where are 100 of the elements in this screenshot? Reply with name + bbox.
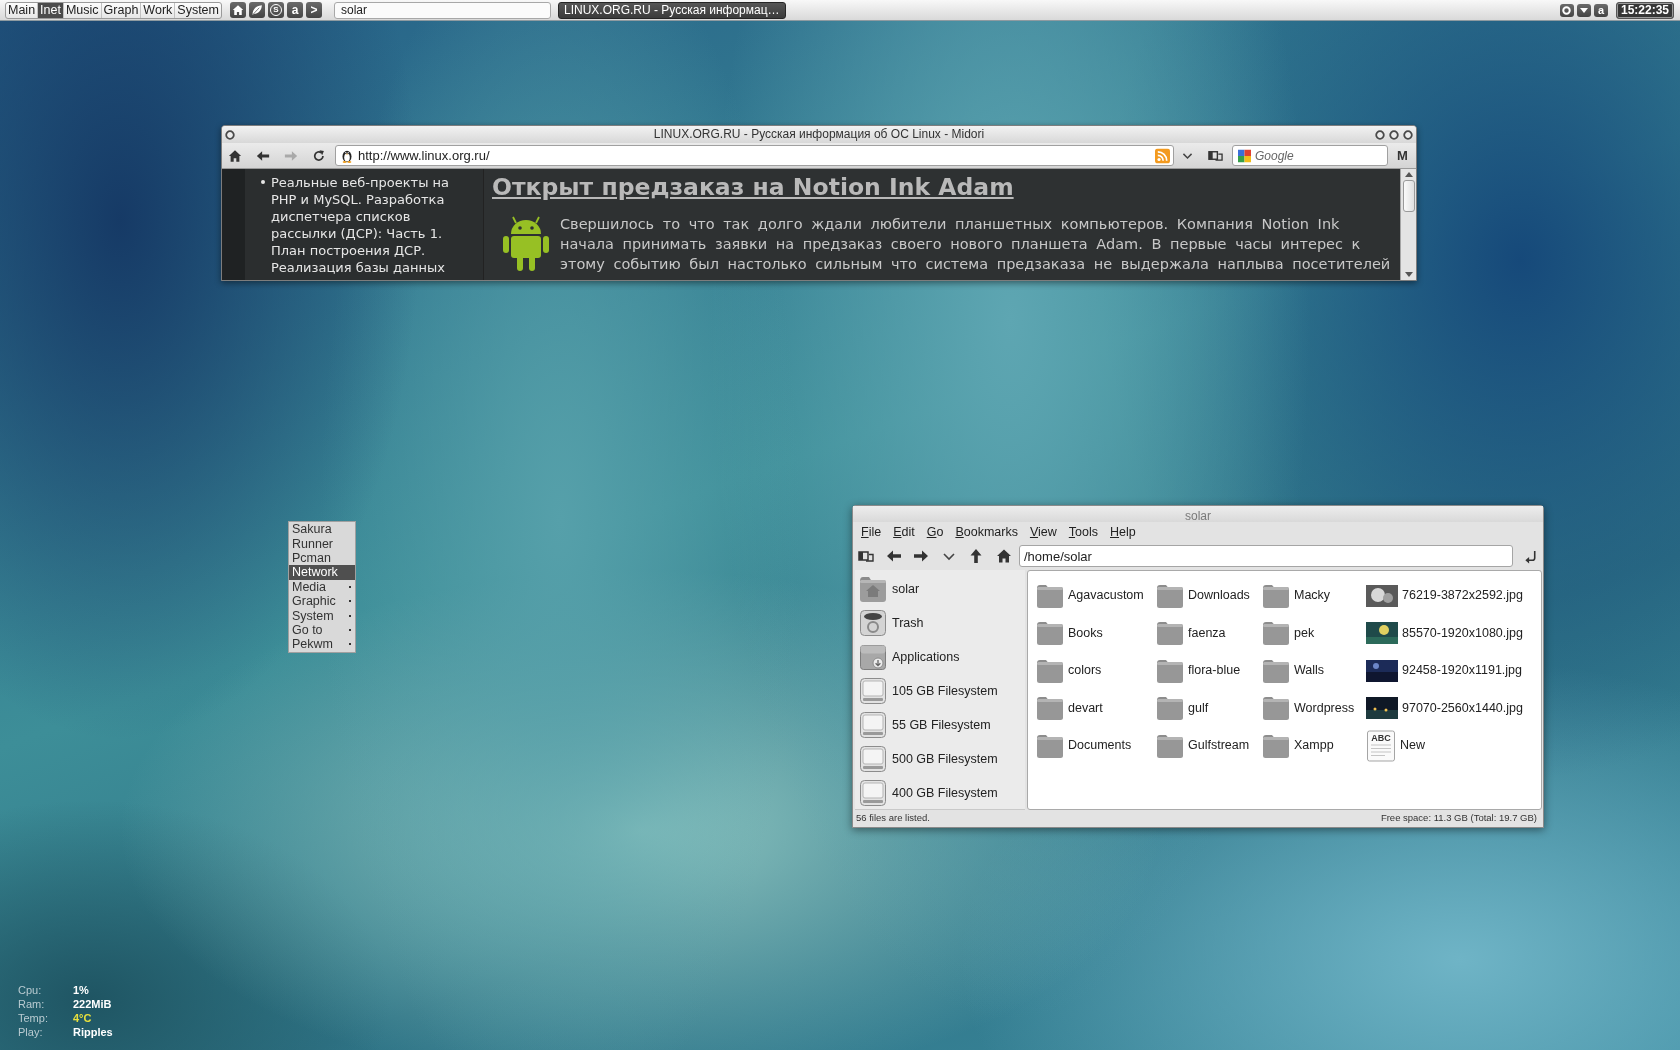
menu-item[interactable]: Pekwm	[289, 637, 355, 652]
folder-item[interactable]: colors	[1036, 652, 1102, 690]
monitor-label: Temp:	[18, 1011, 49, 1025]
menu-bar-item[interactable]: View	[1023, 524, 1063, 540]
article-link[interactable]: Реальные веб-проекты на PHP и MySQL. Разработка диспетчера списков рассылки (ДСР): Часть 1. План построения ДСР. Реализация базы данных	[271, 174, 463, 276]
home-icon	[232, 4, 244, 16]
return-arrow-icon[interactable]	[1523, 548, 1538, 564]
leaf-icon	[251, 4, 263, 16]
launcher-button[interactable]: >	[306, 2, 322, 18]
places-item[interactable]: Trash	[855, 606, 1025, 640]
launcher-button[interactable]: a	[287, 2, 303, 18]
launcher-button[interactable]: S	[268, 2, 284, 18]
tray-button[interactable]	[1559, 3, 1574, 17]
image-file-item[interactable]: 92458-1920x1191.jpg	[1366, 652, 1522, 690]
circle-icon[interactable]	[1403, 129, 1413, 140]
menu-bar-item[interactable]: Tools	[1062, 524, 1104, 540]
places-item[interactable]: 400 GB Filesystem	[855, 776, 1025, 810]
menu-item[interactable]: System	[289, 608, 355, 623]
folder-icon	[1036, 620, 1064, 647]
search-field[interactable]: solar	[334, 1, 551, 19]
folder-item[interactable]: Macky	[1262, 577, 1331, 615]
drive-icon	[858, 676, 888, 706]
circle-icon[interactable]	[225, 129, 235, 140]
folder-item[interactable]: Walls	[1262, 652, 1325, 690]
image-file-item[interactable]: 85570-1920x1080.jpg	[1366, 614, 1523, 652]
forward-arrow-icon[interactable]	[913, 548, 929, 564]
folder-item[interactable]: Xampp	[1262, 727, 1334, 765]
menu-item[interactable]: Network	[289, 565, 355, 580]
taskbar-button[interactable]: LINUX.ORG.RU - Русская информац…	[558, 1, 786, 19]
folder-item[interactable]: gulf	[1156, 689, 1209, 727]
image-file-item[interactable]: 97070-2560x1440.jpg	[1366, 689, 1523, 727]
folder-icon	[1156, 695, 1184, 722]
workspace-tab[interactable]: Music	[63, 2, 102, 18]
places-item[interactable]: 105 GB Filesystem	[855, 674, 1025, 708]
window-title: solar	[1185, 509, 1211, 523]
folder-item[interactable]: Gulfstream	[1156, 727, 1250, 765]
window-title: LINUX.ORG.RU - Русская информация об ОС Linux - Midori	[653, 127, 985, 142]
menu-bar-item[interactable]: Help	[1104, 524, 1142, 540]
article-title-link[interactable]: Открыт предзаказ на Notion Ink Adam	[492, 172, 1014, 202]
document-item[interactable]: ABC New	[1366, 727, 1425, 765]
folder-item[interactable]: Books	[1036, 614, 1103, 652]
folder-icon	[1156, 657, 1184, 684]
scroll-down-icon[interactable]	[1404, 272, 1413, 277]
places-item[interactable]: solar	[855, 572, 1025, 606]
bullet-icon	[261, 180, 265, 184]
address-field[interactable]: http://www.linux.org.ru/	[335, 145, 1174, 166]
folder-item[interactable]: Wordpress	[1262, 689, 1355, 727]
circle-icon[interactable]	[1375, 129, 1385, 140]
up-arrow-icon[interactable]	[968, 548, 984, 564]
menu-item[interactable]: Graphic	[289, 593, 355, 609]
monitor-label: Cpu:	[18, 983, 43, 997]
multicolor-square-icon	[1238, 149, 1251, 162]
places-item[interactable]: 55 GB Filesystem	[855, 708, 1025, 742]
folder-item[interactable]: pek	[1262, 614, 1315, 652]
workspace-tab[interactable]: Graph	[101, 2, 142, 18]
menu-bar-item[interactable]: Edit	[887, 524, 921, 540]
trash-icon	[858, 608, 888, 638]
reload-icon[interactable]	[312, 148, 326, 163]
folder-icon	[1262, 695, 1290, 722]
menu-bar-item[interactable]: Go	[920, 524, 950, 540]
scrollbar-thumb[interactable]	[1402, 180, 1415, 212]
tray-button[interactable]: a	[1593, 3, 1608, 17]
workspace-tab[interactable]: Inet	[38, 2, 64, 18]
scroll-up-icon[interactable]	[1404, 172, 1413, 177]
folder-item[interactable]: Agavacustom	[1036, 577, 1144, 615]
places-item[interactable]: 500 GB Filesystem	[855, 742, 1025, 776]
panel-icon[interactable]	[1208, 148, 1223, 163]
folder-icon	[1262, 657, 1290, 684]
workspace-tab[interactable]: System	[175, 2, 221, 18]
menu-item[interactable]: Media	[289, 579, 355, 594]
image-file-item[interactable]: 76219-3872x2592.jpg	[1366, 577, 1523, 615]
folder-icon	[1156, 620, 1184, 647]
menu-item[interactable]: Pcman	[289, 550, 355, 566]
folder-item[interactable]: faenza	[1156, 614, 1226, 652]
monitor-value: 1%	[73, 983, 90, 997]
places-item[interactable]: Applications	[855, 640, 1025, 674]
circle-icon[interactable]	[1389, 129, 1399, 140]
menu-button[interactable]: M	[1394, 145, 1411, 166]
folder-item[interactable]: Documents	[1036, 727, 1132, 765]
home-icon[interactable]	[995, 548, 1012, 564]
folder-item[interactable]: Downloads	[1156, 577, 1250, 615]
folder-item[interactable]: devart	[1036, 689, 1103, 727]
article-text: Свершилось то что так долго ждали любители планшетных компьютеров. Компания Notion Ink начала принимать заявки на предзаказ своего нового планшета Adam. В первые часы интерес к этому событию был настолько сильным что система предзаказа не выдержала наплыва посетителей	[560, 215, 1392, 274]
menu-bar-item[interactable]: File	[855, 524, 888, 540]
workspace-tab[interactable]: Work	[141, 2, 176, 18]
folder-item[interactable]: flora-blue	[1156, 652, 1241, 690]
menu-bar-item[interactable]: Bookmarks	[949, 524, 1024, 540]
launcher-button[interactable]	[230, 2, 246, 18]
launcher-button[interactable]	[249, 2, 265, 18]
search-field[interactable]: Google	[1232, 145, 1388, 166]
menu-item[interactable]: Go to	[289, 622, 355, 638]
panel-icon[interactable]	[858, 548, 874, 564]
home-icon[interactable]	[228, 148, 242, 163]
folder-icon	[1036, 582, 1064, 609]
tray-button[interactable]	[1576, 3, 1591, 17]
menu-item[interactable]: Sakura	[289, 522, 355, 537]
location-field[interactable]: /home/solar	[1019, 545, 1513, 567]
back-arrow-icon[interactable]	[885, 548, 902, 564]
scrollbar[interactable]	[1400, 169, 1416, 280]
menu-item[interactable]: Runner	[289, 536, 355, 551]
